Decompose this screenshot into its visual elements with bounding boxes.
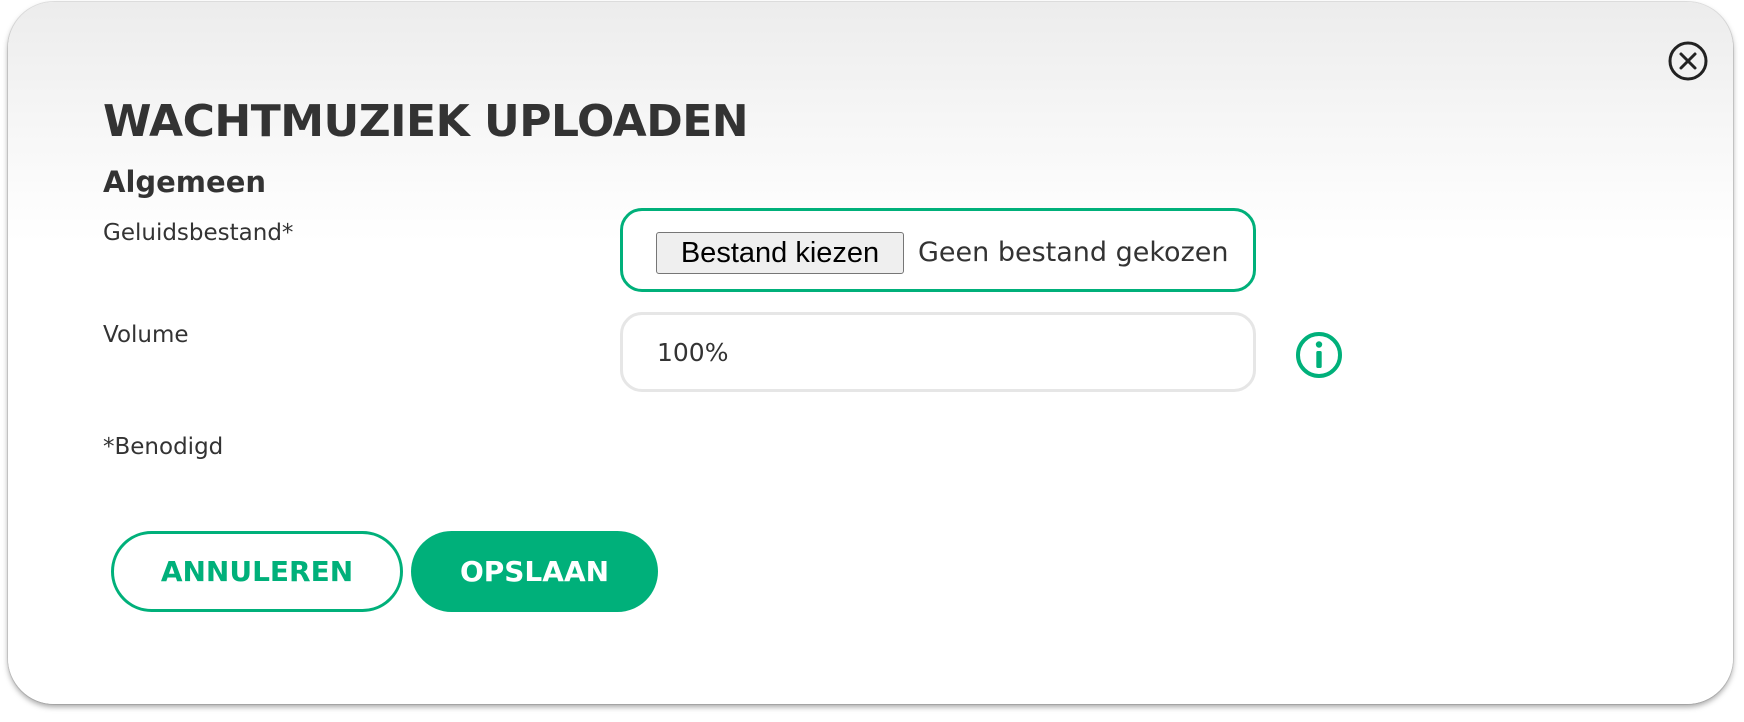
info-icon[interactable] — [1294, 330, 1344, 380]
upload-hold-music-dialog: WACHTMUZIEK UPLOADEN Algemeen Geluidsbes… — [8, 2, 1733, 704]
file-status-text: Geen bestand gekozen — [918, 237, 1229, 268]
save-button[interactable]: OPSLAAN — [411, 531, 658, 612]
cancel-button[interactable]: ANNULEREN — [111, 531, 403, 612]
volume-input[interactable] — [620, 312, 1256, 392]
dialog-title: WACHTMUZIEK UPLOADEN — [103, 96, 749, 147]
required-note: *Benodigd — [103, 434, 224, 460]
section-title: Algemeen — [103, 165, 267, 199]
close-icon[interactable] — [1667, 40, 1709, 82]
sound-file-label: Geluidsbestand* — [103, 220, 294, 246]
choose-file-button[interactable]: Bestand kiezen — [656, 232, 904, 274]
sound-file-input[interactable]: Bestand kiezen Geen bestand gekozen — [620, 208, 1256, 292]
volume-label: Volume — [103, 322, 189, 348]
